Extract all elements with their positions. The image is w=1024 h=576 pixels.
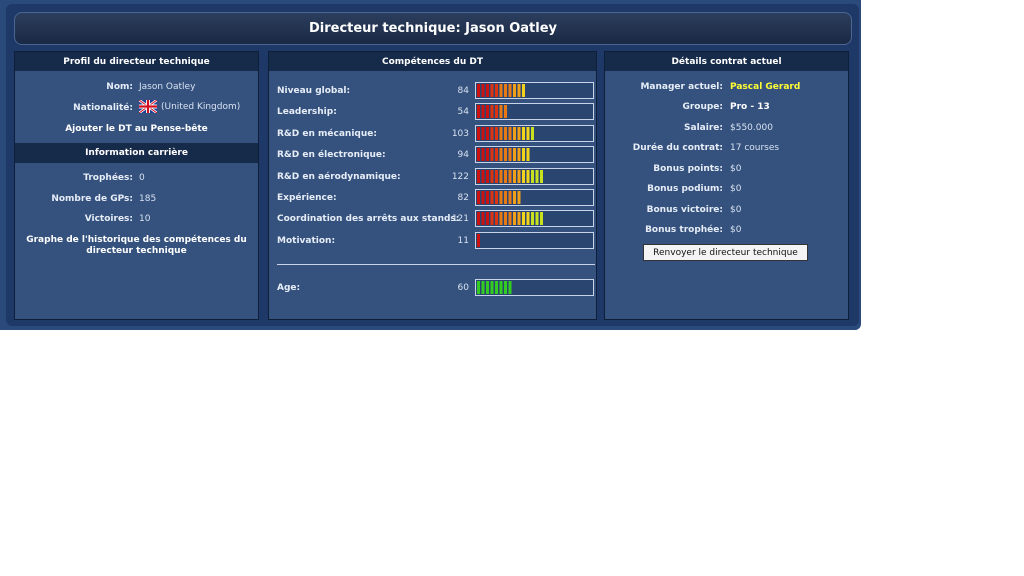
contract-value: $550.000: [730, 123, 773, 133]
age-value: 60: [457, 283, 469, 293]
skill-bar: [475, 168, 594, 185]
trophies-value: 0: [139, 173, 145, 183]
skill-label: Leadership:: [277, 107, 337, 117]
skill-label: Coordination des arrêts aux stands:: [277, 214, 460, 224]
age-bar: [475, 279, 594, 296]
contract-label: Manager actuel:: [640, 82, 723, 92]
gps-label: Nombre de GPs:: [51, 194, 133, 204]
skill-value: 122: [451, 172, 469, 182]
skill-label: Niveau global:: [277, 86, 351, 96]
skill-bar: [475, 82, 594, 99]
contract-label: Salaire:: [684, 123, 723, 133]
contract-value: $0: [730, 205, 742, 215]
name-value: Jason Oatley: [139, 82, 196, 92]
skill-label: Motivation:: [277, 236, 336, 246]
contract-label: Bonus points:: [653, 164, 723, 174]
page-title: Directeur technique: Jason Oatley: [14, 12, 852, 45]
uk-flag-icon: [138, 98, 158, 115]
skill-bar: [475, 232, 594, 249]
skill-bar: [475, 210, 594, 227]
skill-label: R&D en électronique:: [277, 150, 386, 160]
skill-label: Expérience:: [277, 193, 337, 203]
fire-director-button[interactable]: Renvoyer le directeur technique: [643, 244, 808, 261]
skill-value: 121: [451, 214, 469, 224]
gps-value: 185: [139, 194, 157, 204]
contract-label: Bonus trophée:: [645, 225, 723, 235]
contract-value: $0: [730, 225, 742, 235]
skill-label: R&D en mécanique:: [277, 129, 377, 139]
skill-value: 54: [457, 107, 469, 117]
age-label: Age:: [277, 283, 301, 293]
skill-bar: [475, 189, 594, 206]
career-header: Information carrière: [15, 143, 258, 163]
contract-label: Bonus victoire:: [646, 205, 723, 215]
skill-value: 103: [451, 129, 469, 139]
skill-label: R&D en aérodynamique:: [277, 172, 401, 182]
contract-header: Détails contrat actuel: [605, 52, 848, 71]
name-label: Nom:: [106, 82, 133, 92]
add-to-shortlist-link[interactable]: Ajouter le DT au Pense-bête: [15, 124, 258, 134]
skill-bar: [475, 125, 594, 142]
contract-value: 17 courses: [730, 143, 780, 153]
skill-value: 84: [457, 86, 469, 96]
skill-value: 11: [457, 236, 469, 246]
skill-bar: [475, 103, 594, 120]
contract-label: Groupe:: [682, 102, 723, 112]
nationality-value: (United Kingdom): [161, 102, 241, 112]
profile-header: Profil du directeur technique: [15, 52, 258, 71]
skill-value: 94: [457, 150, 469, 160]
skill-history-graph-link[interactable]: Graphe de l'historique des compétences d…: [22, 235, 251, 257]
skills-divider: [277, 264, 595, 265]
manager-link[interactable]: Pascal Gerard: [730, 82, 800, 92]
nationality-label: Nationalité:: [73, 103, 133, 113]
skill-bar: [475, 146, 594, 163]
contract-value: Pro - 13: [730, 102, 770, 112]
contract-label: Bonus podium:: [647, 184, 723, 194]
contract-value: $0: [730, 184, 742, 194]
trophies-label: Trophées:: [83, 173, 133, 183]
contract-label: Durée du contrat:: [632, 143, 723, 153]
wins-label: Victoires:: [84, 214, 133, 224]
wins-value: 10: [139, 214, 151, 224]
contract-value: $0: [730, 164, 742, 174]
skills-header: Compétences du DT: [269, 52, 596, 71]
skill-value: 82: [457, 193, 469, 203]
